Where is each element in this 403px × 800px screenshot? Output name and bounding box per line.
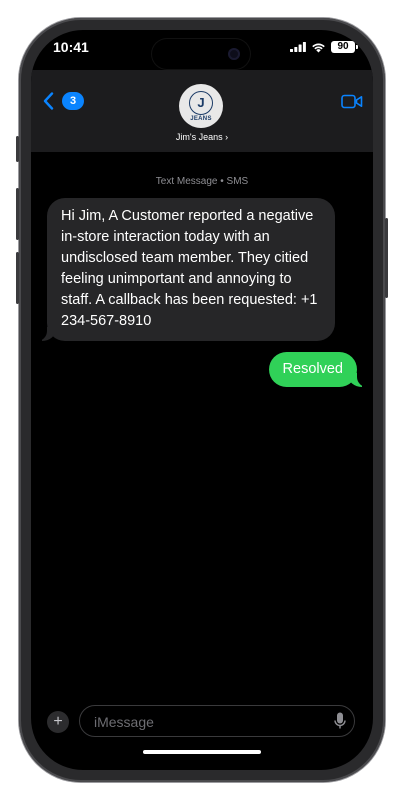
microphone-icon bbox=[334, 712, 346, 729]
battery-icon: 90 bbox=[331, 41, 358, 53]
back-button[interactable]: 3 bbox=[43, 92, 84, 110]
logo-wordmark: JEANS bbox=[190, 115, 212, 122]
action-button bbox=[16, 136, 19, 162]
message-service-label: Text Message • SMS bbox=[155, 176, 249, 187]
screen: 10:41 90 3 J JEANS Jim's Jeans › Text Me… bbox=[31, 30, 373, 770]
home-indicator[interactable] bbox=[143, 750, 261, 754]
outgoing-message-bubble[interactable]: Resolved bbox=[268, 352, 368, 387]
contact-avatar[interactable]: J JEANS bbox=[179, 84, 223, 128]
video-camera-icon bbox=[341, 94, 363, 109]
compose-bar: + bbox=[31, 702, 373, 742]
status-time: 10:41 bbox=[53, 39, 89, 55]
volume-down-button bbox=[16, 252, 19, 304]
incoming-message-bubble[interactable]: Hi Jim, A Customer reported a negative i… bbox=[37, 198, 335, 341]
status-bar: 10:41 90 bbox=[31, 30, 373, 70]
volume-up-button bbox=[16, 188, 19, 240]
front-camera-icon bbox=[228, 48, 240, 60]
status-icons: 90 bbox=[290, 41, 358, 53]
dynamic-island bbox=[152, 39, 250, 69]
jims-jeans-logo: J bbox=[189, 90, 213, 115]
apps-plus-button[interactable]: + bbox=[47, 711, 69, 733]
chevron-left-icon bbox=[43, 92, 54, 110]
unread-count-badge: 3 bbox=[62, 92, 84, 110]
contact-name[interactable]: Jim's Jeans › bbox=[31, 132, 373, 142]
power-button bbox=[385, 218, 388, 298]
wifi-icon bbox=[312, 43, 325, 52]
message-input-container bbox=[79, 705, 355, 738]
cellular-signal-icon bbox=[290, 42, 306, 52]
message-input[interactable] bbox=[92, 706, 316, 738]
dictation-button[interactable] bbox=[334, 712, 346, 735]
facetime-button[interactable] bbox=[341, 94, 363, 114]
conversation-header: 3 J JEANS Jim's Jeans › bbox=[31, 70, 373, 152]
phone-frame: 10:41 90 3 J JEANS Jim's Jeans › Text Me… bbox=[16, 18, 388, 782]
